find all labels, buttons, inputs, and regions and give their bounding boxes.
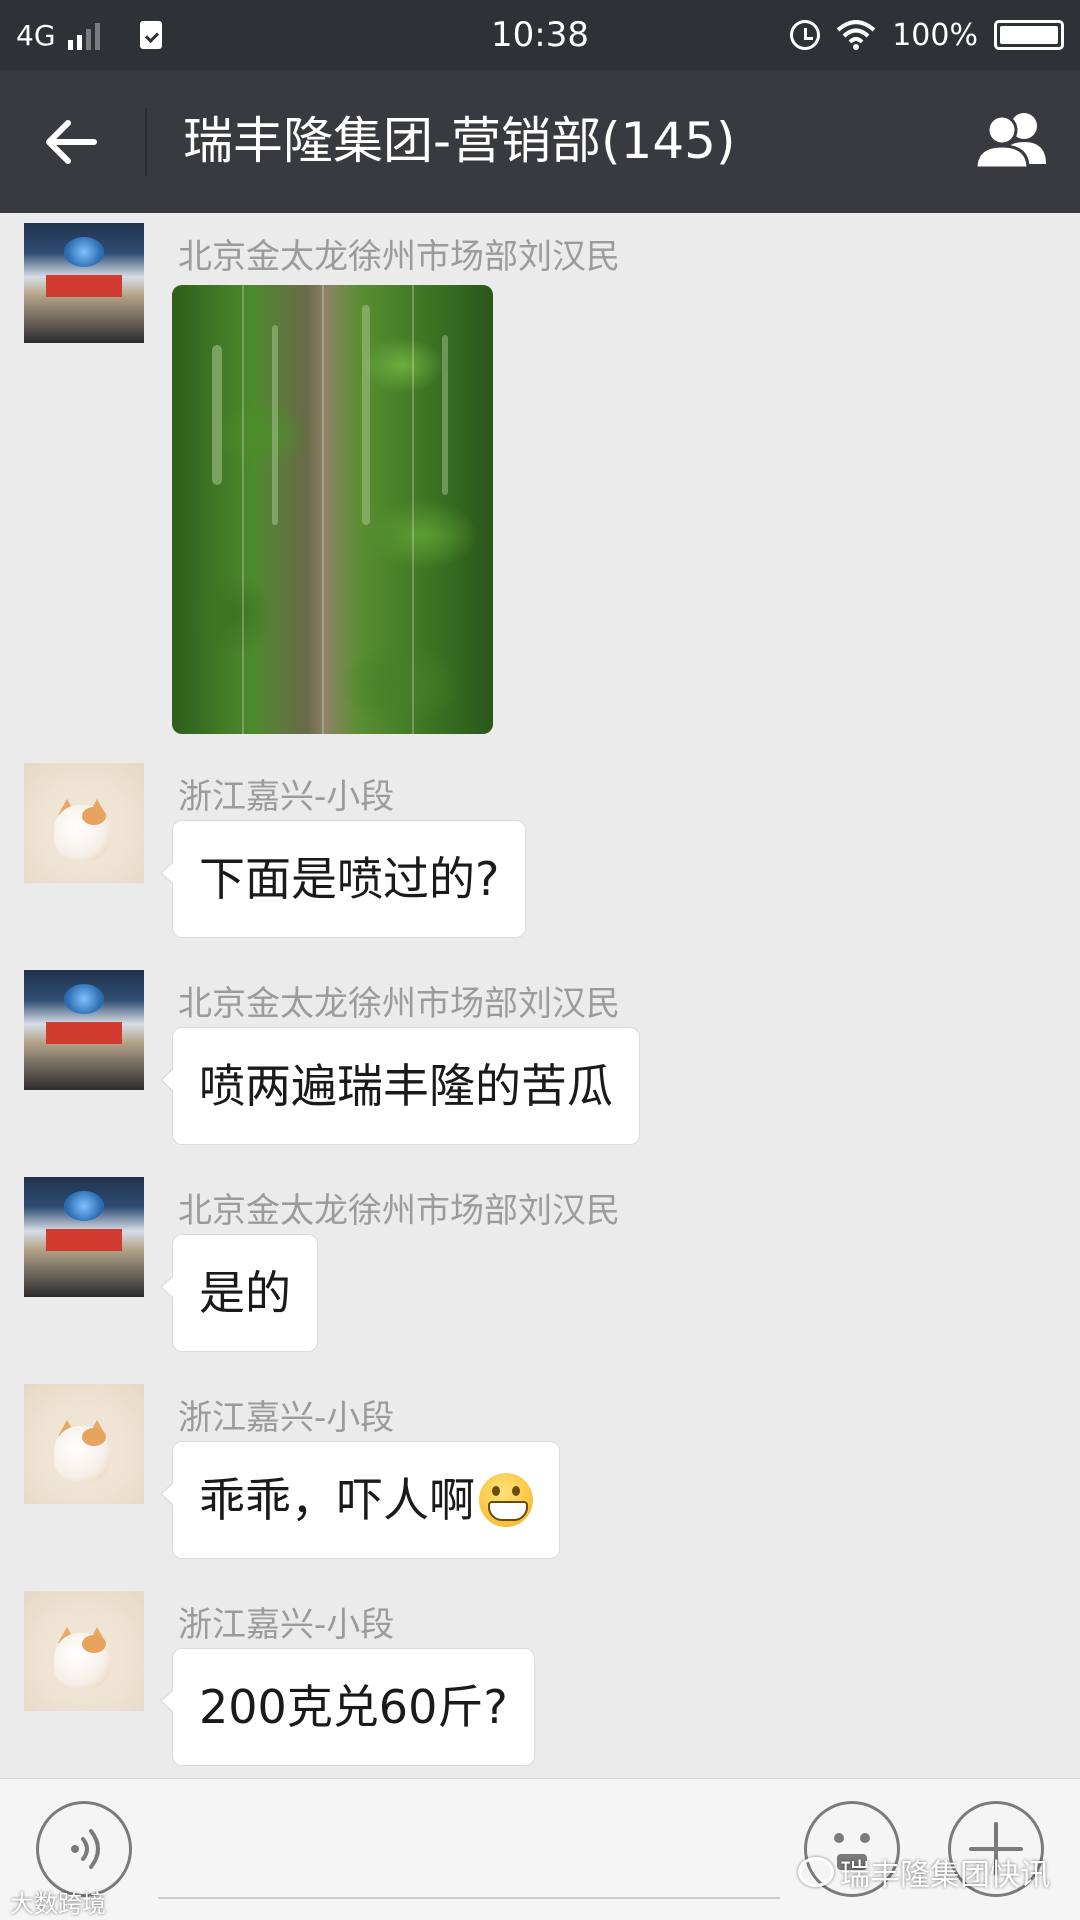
header-divider xyxy=(145,108,147,176)
sender-name: 浙江嘉兴-小段 xyxy=(178,777,395,817)
sender-avatar[interactable] xyxy=(24,1591,144,1711)
battery-icon xyxy=(994,20,1064,50)
message-text: 喷两遍瑞丰隆的苦瓜 xyxy=(199,1059,613,1113)
watermark-left: 大数跨境 xyxy=(10,1890,106,1918)
message-bubble[interactable]: 是的 xyxy=(160,1234,318,1352)
message-bubble[interactable]: 喷两遍瑞丰隆的苦瓜 xyxy=(160,1027,640,1145)
grinning-face-icon xyxy=(479,1472,533,1527)
sender-name: 北京金太龙徐州市场部刘汉民 xyxy=(178,984,620,1024)
sender-avatar[interactable] xyxy=(24,223,144,343)
status-right: 100% xyxy=(790,0,1064,70)
message-bubble[interactable]: 200克兑60斤? xyxy=(160,1648,535,1766)
message-bubble[interactable]: 下面是喷过的? xyxy=(159,820,527,938)
watermark: 瑞丰隆集团快讯 xyxy=(798,1850,1050,1894)
wechat-icon xyxy=(798,1857,834,1887)
message-input[interactable] xyxy=(158,1897,780,1899)
chat-header: 瑞丰隆集团-营销部(145) xyxy=(0,70,1080,213)
status-bar: 4G 10:38 100% xyxy=(0,0,1080,70)
voice-icon xyxy=(71,1829,100,1869)
battery-percent: 100% xyxy=(892,17,978,53)
sender-name: 北京金太龙徐州市场部刘汉民 xyxy=(178,1191,620,1231)
sender-avatar[interactable] xyxy=(24,970,144,1090)
input-bar xyxy=(0,1778,1080,1920)
watermark-text: 瑞丰隆集团快讯 xyxy=(840,1858,1050,1893)
message-text: 乖乖，吓人啊 xyxy=(199,1473,475,1527)
sender-avatar[interactable] xyxy=(24,1384,144,1504)
message-text: 下面是喷过的? xyxy=(199,852,500,906)
bitter-melon-photo[interactable] xyxy=(172,285,493,734)
message-list[interactable]: 北京金太龙徐州市场部刘汉民 浙江嘉兴-小段 下面是喷过的? 北京金太龙徐州市场部… xyxy=(0,213,1080,1778)
wifi-icon xyxy=(836,20,876,50)
sender-avatar[interactable] xyxy=(24,763,144,883)
message-text: 是的 xyxy=(199,1266,291,1320)
message-bubble[interactable]: 乖乖，吓人啊 xyxy=(160,1441,560,1559)
sender-name: 浙江嘉兴-小段 xyxy=(178,1605,395,1645)
sender-name: 北京金太龙徐州市场部刘汉民 xyxy=(178,237,620,277)
sender-avatar[interactable] xyxy=(24,1177,144,1297)
group-members-icon[interactable] xyxy=(972,106,1052,176)
message-text: 200克兑60斤? xyxy=(199,1680,508,1734)
alarm-icon xyxy=(790,20,821,50)
back-arrow-icon[interactable] xyxy=(36,107,106,177)
chat-title: 瑞丰隆集团-营销部(145) xyxy=(183,112,736,170)
sender-name: 浙江嘉兴-小段 xyxy=(178,1398,395,1438)
voice-button[interactable] xyxy=(36,1801,132,1897)
